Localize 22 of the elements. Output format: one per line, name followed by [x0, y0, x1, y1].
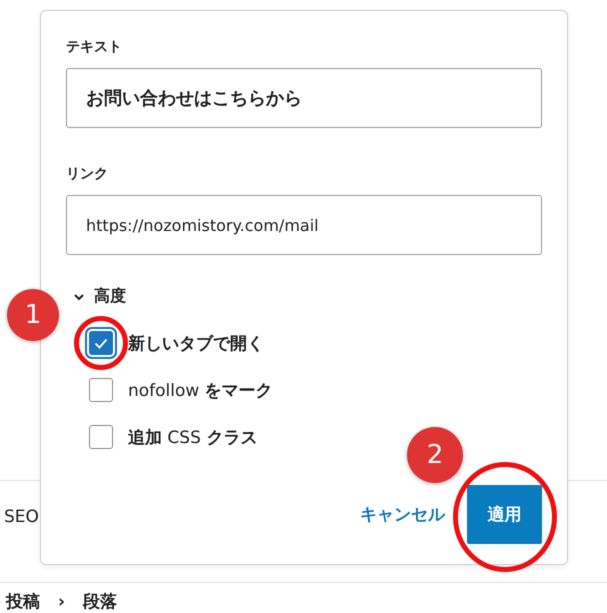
option-label: 新しいタブで開く	[128, 332, 264, 354]
field-label: リンク	[66, 165, 108, 183]
breadcrumb-item[interactable]: 投稿	[6, 592, 40, 612]
link-field[interactable]: https://nozomistory.com/mail	[66, 195, 542, 255]
field-label: テキスト	[66, 38, 122, 56]
advanced-toggle[interactable]: 高度	[66, 286, 126, 307]
cancel-link[interactable]: キャンセル	[360, 503, 445, 526]
breadcrumb-separator: ›	[58, 592, 66, 612]
section-label: SEO	[4, 507, 39, 527]
option-label: nofollow をマーク	[128, 380, 273, 402]
check-icon	[94, 338, 108, 348]
breadcrumb-item[interactable]: 段落	[83, 592, 118, 612]
annotation-ring	[74, 316, 128, 370]
option-label: 追加 CSS クラス	[128, 426, 258, 448]
apply-button[interactable]: 適用	[467, 485, 542, 544]
step-number: 2	[407, 427, 463, 483]
text-field[interactable]: お問い合わせはこちらから	[66, 68, 542, 128]
checkbox[interactable]	[89, 425, 113, 449]
checkbox[interactable]	[89, 378, 113, 402]
chevron-icon	[74, 292, 84, 300]
checkbox[interactable]	[89, 331, 113, 355]
step-number: 1	[7, 289, 59, 341]
